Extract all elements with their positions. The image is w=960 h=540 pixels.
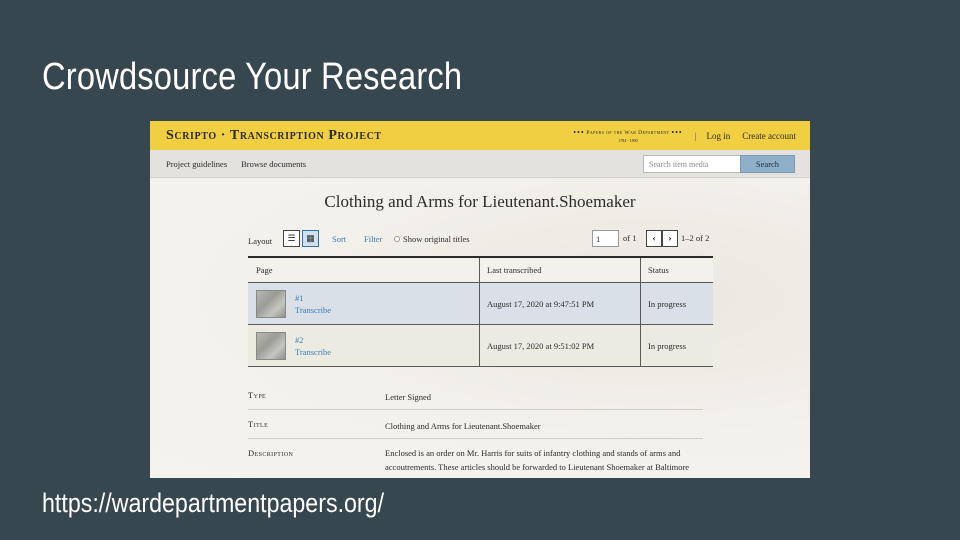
logo-dots-left: ••• bbox=[573, 128, 585, 137]
table-row[interactable]: #1 Transcribe August 17, 2020 at 9:47:51… bbox=[248, 283, 713, 325]
search-input[interactable]: Search item media bbox=[643, 155, 741, 173]
list-view-button[interactable]: ☰ bbox=[283, 230, 300, 247]
filter-link[interactable]: Filter bbox=[364, 234, 382, 244]
header-separator: | bbox=[694, 130, 697, 141]
show-original-titles-checkbox[interactable] bbox=[394, 236, 400, 242]
page-thumbnail[interactable] bbox=[256, 331, 286, 360]
page-number-link[interactable]: #1 bbox=[295, 292, 331, 304]
slide-url[interactable]: https://wardepartmentpapers.org/ bbox=[42, 488, 384, 519]
chevron-left-icon: ‹ bbox=[652, 233, 656, 243]
prev-page-button[interactable]: ‹ bbox=[646, 230, 662, 247]
table-row[interactable]: #2 Transcribe August 17, 2020 at 9:51:02… bbox=[248, 325, 713, 367]
layout-label: Layout bbox=[248, 236, 273, 246]
metadata-row: Type Letter Signed bbox=[248, 378, 703, 410]
metadata-value-type: Letter Signed bbox=[385, 392, 432, 402]
header-page: Page bbox=[248, 258, 480, 282]
nav-browse-documents[interactable]: Browse documents bbox=[241, 159, 306, 169]
sort-link[interactable]: Sort bbox=[332, 234, 346, 244]
table-header-row: Page Last transcribed Status bbox=[248, 258, 713, 283]
slide-title: Crowdsource Your Research bbox=[42, 56, 463, 98]
page-thumbnail[interactable] bbox=[256, 289, 286, 318]
header-right: ••• Papers of the War Department ••• 178… bbox=[573, 121, 796, 150]
next-page-button[interactable]: › bbox=[662, 230, 678, 247]
page-count: of 1 bbox=[623, 233, 637, 243]
pages-table: Page Last transcribed Status #1 Transcri… bbox=[248, 256, 713, 367]
metadata-label-title: Title bbox=[248, 419, 269, 429]
page-number-input[interactable]: 1 bbox=[592, 230, 619, 247]
metadata-list: Type Letter Signed Title Clothing and Ar… bbox=[248, 378, 703, 478]
page-number-link[interactable]: #2 bbox=[295, 334, 331, 346]
last-transcribed-cell: August 17, 2020 at 9:47:51 PM bbox=[480, 283, 641, 324]
status-cell: In progress bbox=[648, 340, 687, 351]
site-title[interactable]: Scripto · Transcription Project bbox=[166, 128, 382, 144]
metadata-label-description: Description bbox=[248, 448, 294, 458]
transcribe-link[interactable]: Transcribe bbox=[295, 304, 331, 316]
chevron-right-icon: › bbox=[668, 233, 672, 243]
layout-controls: Layout ☰ ▦ Sort Filter Show original tit… bbox=[248, 230, 713, 250]
grid-view-button[interactable]: ▦ bbox=[302, 230, 319, 247]
site-header: Scripto · Transcription Project ••• Pape… bbox=[150, 121, 810, 150]
website-screenshot: Scripto · Transcription Project ••• Pape… bbox=[150, 121, 810, 478]
status-cell: In progress bbox=[648, 298, 687, 309]
header-last-transcribed: Last transcribed bbox=[480, 258, 641, 282]
transcribe-link[interactable]: Transcribe bbox=[295, 346, 331, 358]
show-original-titles-label: Show original titles bbox=[403, 234, 470, 244]
header-status: Status bbox=[648, 265, 669, 275]
login-link[interactable]: Log in bbox=[707, 131, 731, 141]
metadata-value-description: Enclosed is an order on Mr. Harris for s… bbox=[385, 448, 690, 472]
last-transcribed-cell: August 17, 2020 at 9:51:02 PM bbox=[480, 325, 641, 366]
grid-icon: ▦ bbox=[306, 233, 315, 243]
logo-years: 1784 - 1800 bbox=[618, 138, 638, 143]
nav-project-guidelines[interactable]: Project guidelines bbox=[166, 159, 227, 169]
logo-dots-right: ••• bbox=[671, 128, 683, 137]
pwd-logo[interactable]: ••• Papers of the War Department ••• 178… bbox=[573, 128, 683, 143]
logo-text: Papers of the War Department bbox=[586, 129, 670, 136]
metadata-value-title: Clothing and Arms for Lieutenant.Shoemak… bbox=[385, 421, 541, 431]
search-button[interactable]: Search bbox=[740, 155, 795, 173]
metadata-row: Title Clothing and Arms for Lieutenant.S… bbox=[248, 410, 703, 439]
list-icon: ☰ bbox=[287, 233, 296, 243]
create-account-link[interactable]: Create account bbox=[742, 131, 796, 141]
nav-bar: Project guidelines Browse documents Sear… bbox=[150, 150, 810, 178]
metadata-row: Description Enclosed is an order on Mr. … bbox=[248, 439, 703, 478]
metadata-label-type: Type bbox=[248, 390, 267, 400]
item-title: Clothing and Arms for Lieutenant.Shoemak… bbox=[324, 192, 636, 211]
result-range: 1–2 of 2 bbox=[681, 233, 710, 243]
